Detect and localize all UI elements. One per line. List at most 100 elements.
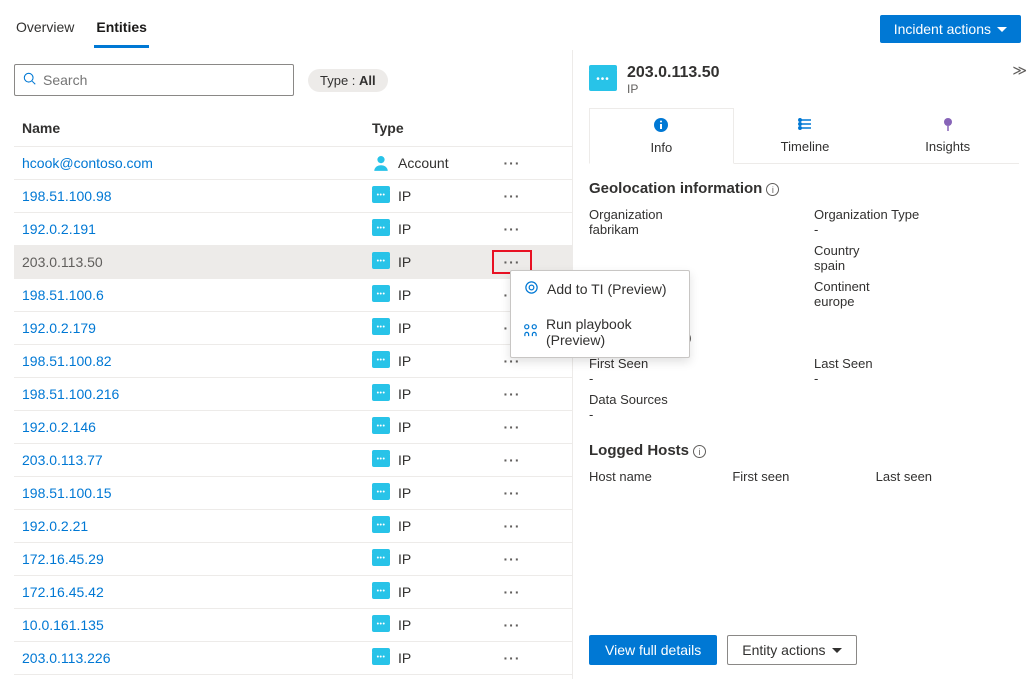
table-row[interactable]: 172.16.45.29IP··· [14,543,572,576]
col-header-name[interactable]: Name [22,120,372,136]
menu-add-to-ti[interactable]: Add to TI (Preview) [511,271,689,307]
entity-type: IP [372,518,492,534]
entity-name-link[interactable]: 172.16.45.29 [22,551,372,567]
ip-icon [372,552,390,566]
account-icon [372,154,390,172]
ip-icon [372,420,390,434]
search-input[interactable] [37,72,285,88]
row-actions-button[interactable]: ··· [492,452,532,468]
entity-subtitle: IP [627,82,720,96]
entity-title: 203.0.113.50 [627,64,720,82]
datasources-value: - [589,407,794,422]
table-row[interactable]: 203.0.113.50IP··· [14,246,572,279]
table-row[interactable]: 198.51.100.82IP··· [14,345,572,378]
entity-name-link[interactable]: 198.51.100.6 [22,287,372,303]
row-actions-button[interactable]: ··· [492,485,532,501]
logged-hosts-section-title: Logged Hostsi [589,442,1019,459]
entity-name-link[interactable]: 172.16.45.42 [22,584,372,600]
row-actions-button[interactable]: ··· [492,650,532,666]
entity-name-link[interactable]: hcook@contoso.com [22,155,372,171]
table-row[interactable]: 203.0.113.226IP··· [14,642,572,675]
lastseen-value: - [814,371,1019,386]
type-filter-pill[interactable]: Type : All [308,69,388,92]
col-header-type[interactable]: Type [372,120,492,136]
entity-type: IP [372,617,492,633]
row-actions-button[interactable]: ··· [492,386,532,402]
table-row[interactable]: 172.16.45.42IP··· [14,576,572,609]
entity-name-link[interactable]: 10.0.161.135 [22,617,372,633]
table-row[interactable]: 198.51.100.15IP··· [14,477,572,510]
incident-actions-label: Incident actions [894,21,991,37]
ip-icon [372,321,390,335]
ip-icon [589,69,617,91]
org-label: Organization [589,207,794,222]
continent-value: europe [814,294,1019,309]
sub-tab-info[interactable]: Info [589,108,734,164]
entity-name-link[interactable]: 203.0.113.226 [22,650,372,666]
table-row[interactable]: 203.0.113.77IP··· [14,444,572,477]
table-row[interactable]: 198.51.100.216IP··· [14,378,572,411]
insights-icon [876,116,1019,137]
hosts-col-hostname: Host name [589,469,732,484]
info-circle-icon[interactable]: i [766,183,779,196]
table-row[interactable]: 192.0.2.191IP··· [14,213,572,246]
ip-icon [372,387,390,401]
tab-overview[interactable]: Overview [14,11,76,48]
entity-type: IP [372,485,492,501]
entities-table-body[interactable]: hcook@contoso.comAccount···198.51.100.98… [14,147,572,679]
table-row[interactable]: 198.51.100.6IP··· [14,279,572,312]
sub-tab-timeline[interactable]: Timeline [734,108,877,163]
ip-icon [372,222,390,236]
playbook-icon [523,323,538,341]
entity-name-link[interactable]: 192.0.2.179 [22,320,372,336]
table-row[interactable]: 10.0.161.135IP··· [14,609,572,642]
table-row[interactable]: 192.0.2.146IP··· [14,411,572,444]
row-actions-button[interactable]: ··· [492,551,532,567]
hosts-col-lastseen: Last seen [876,469,1019,484]
entity-name-link[interactable]: 198.51.100.15 [22,485,372,501]
chevron-down-icon [997,27,1007,32]
ip-icon [372,354,390,368]
row-actions-button[interactable]: ··· [492,584,532,600]
table-row[interactable]: 198.51.100.98IP··· [14,180,572,213]
info-circle-icon[interactable]: i [693,445,706,458]
table-row[interactable]: 192.0.2.179IP··· [14,312,572,345]
incident-actions-button[interactable]: Incident actions [880,15,1021,43]
entity-actions-button[interactable]: Entity actions [727,635,856,665]
entity-name-link[interactable]: 192.0.2.21 [22,518,372,534]
entity-type: IP [372,188,492,204]
sub-tab-insights[interactable]: Insights [876,108,1019,163]
menu-label: Run playbook (Preview) [546,316,677,348]
ip-icon [372,189,390,203]
row-actions-button[interactable]: ··· [492,221,532,237]
entity-name-link[interactable]: 192.0.2.146 [22,419,372,435]
row-actions-button[interactable]: ··· [492,518,532,534]
table-header: Name Type [14,110,572,147]
hosts-col-firstseen: First seen [732,469,875,484]
table-row[interactable]: hcook@contoso.comAccount··· [14,147,572,180]
country-value: spain [814,258,1019,273]
search-box[interactable] [14,64,294,96]
entity-type: IP [372,287,492,303]
row-actions-button[interactable]: ··· [492,188,532,204]
row-actions-button[interactable]: ··· [492,617,532,633]
entity-name-link[interactable]: 198.51.100.82 [22,353,372,369]
row-actions-button[interactable]: ··· [492,155,532,171]
country-label: Country [814,243,1019,258]
timeline-icon [734,116,877,137]
entity-type: IP [372,386,492,402]
ip-icon [372,486,390,500]
entity-name-link[interactable]: 198.51.100.216 [22,386,372,402]
tab-entities[interactable]: Entities [94,11,149,48]
collapse-panel-icon[interactable]: ≫ [1012,62,1027,79]
view-full-details-button[interactable]: View full details [589,635,717,665]
ip-icon [372,585,390,599]
entity-name-link[interactable]: 203.0.113.50 [22,254,372,270]
entity-name-link[interactable]: 198.51.100.98 [22,188,372,204]
entity-name-link[interactable]: 192.0.2.191 [22,221,372,237]
row-actions-button[interactable]: ··· [492,419,532,435]
ip-icon [372,519,390,533]
table-row[interactable]: 192.0.2.21IP··· [14,510,572,543]
entity-name-link[interactable]: 203.0.113.77 [22,452,372,468]
menu-run-playbook[interactable]: Run playbook (Preview) [511,307,689,357]
